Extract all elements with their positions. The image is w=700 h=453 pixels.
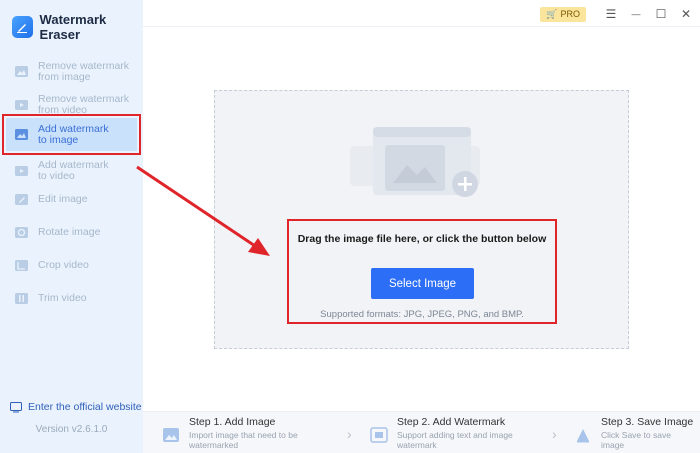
step-title: Step 3. Save Image [601,416,694,428]
save-image-icon [577,429,589,443]
edit-image-icon [15,194,28,205]
step-desc: Import image that need to be watermarked [189,430,298,450]
official-website-link[interactable]: Enter the official website [10,401,142,413]
chevron-right-icon: › [552,426,557,442]
step-desc: Click Save to save image [601,430,671,450]
sidebar-item-add-watermark-image[interactable]: Add watermark to image [2,114,141,155]
image-drop-zone[interactable]: Drag the image file here, or click the b… [214,90,629,349]
video-add-icon [15,166,28,176]
sidebar-item-label: Trim video [38,292,87,304]
sidebar-item-label: Rotate image [38,226,101,238]
minimize-button[interactable]: — [625,4,647,24]
menu-button[interactable]: ☰ [600,4,622,24]
minimize-icon: — [631,9,641,19]
sidebar-item-rotate-image[interactable]: Rotate image [6,216,137,249]
crop-video-icon [15,260,28,271]
steps-bar: Step 1. Add Image Import image that need… [143,411,700,453]
chevron-right-icon: › [347,426,352,442]
rotate-image-icon [15,227,28,238]
sidebar-item-label: Edit image [38,193,88,205]
sidebar-item-crop-video[interactable]: Crop video [6,249,137,282]
supported-formats-text: Supported formats: JPG, JPEG, PNG, and B… [320,309,524,320]
sidebar-item-label: Add watermark to image [38,122,109,146]
monitor-icon [10,401,22,412]
upload-image-illustration-icon [350,127,480,197]
app-title: Watermark Eraser [39,12,107,42]
step-title: Step 2. Add Watermark [397,416,506,428]
sidebar-item-label: Remove watermark from video [38,92,130,116]
step-desc: Support adding text and image watermark [397,430,513,450]
sidebar-item-edit-image[interactable]: Edit image [6,183,137,216]
maximize-icon: ☐ [655,7,667,21]
pro-button[interactable]: 🛒 PRO [540,6,586,22]
pro-label: PRO [560,9,580,19]
image-icon [163,428,179,442]
video-remove-icon [15,100,28,110]
app-logo-icon [12,16,33,38]
step-add-image: Step 1. Add Image Import image that need… [161,416,298,450]
step-add-watermark: Step 2. Add Watermark Support adding tex… [369,416,513,450]
sidebar-item-remove-watermark-video[interactable]: Remove watermark from video [6,88,137,121]
menu-icon: ☰ [605,7,617,21]
titlebar-divider [143,26,700,27]
trim-video-icon [15,293,28,304]
titlebar-controls: 🛒 PRO ☰ — ☐ ✕ [540,4,700,24]
version-label: Version v2.6.1.0 [35,424,108,435]
close-icon: ✕ [680,7,692,21]
image-add-icon [15,129,28,140]
sidebar-item-label: Add watermark to video [38,158,109,182]
watermark-icon [370,427,388,443]
close-button[interactable]: ✕ [675,4,697,24]
sidebar-item-label: Remove watermark from image [38,59,130,83]
maximize-button[interactable]: ☐ [650,4,672,24]
drop-instruction-text: Drag the image file here, or click the b… [297,233,547,245]
official-website-label: Enter the official website [28,401,142,413]
image-remove-icon [15,66,28,77]
cart-icon: 🛒 [546,8,558,19]
select-image-button[interactable]: Select Image [371,268,474,299]
sidebar-item-remove-watermark-image[interactable]: Remove watermark from image [6,55,137,88]
step-save-image: Step 3. Save Image Click Save to save im… [573,416,693,450]
instruction-highlight-box: Drag the image file here, or click the b… [287,219,557,324]
app-brand: Watermark Eraser [12,12,143,42]
step-title: Step 1. Add Image [189,416,276,428]
sidebar-item-label: Crop video [38,259,89,271]
sidebar: Watermark Eraser Remove watermark from i… [0,0,143,453]
sidebar-item-trim-video[interactable]: Trim video [6,282,137,315]
